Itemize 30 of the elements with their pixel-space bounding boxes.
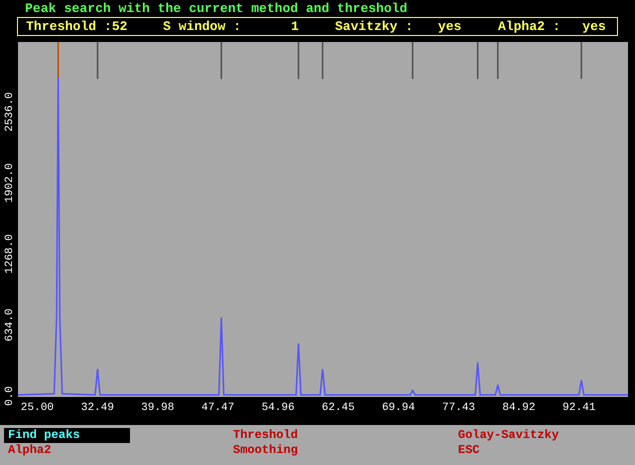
x-tick-label: 69.94: [382, 402, 415, 414]
menu-item[interactable]: ESC: [454, 443, 484, 458]
x-tick-label: 39.98: [141, 402, 174, 414]
y-tick-label: 1268.0: [4, 234, 16, 274]
y-tick-label: 0.0: [4, 386, 16, 406]
menu-item[interactable]: Golay-Savitzky: [454, 428, 563, 443]
menu-item[interactable]: Find peaks: [4, 428, 130, 443]
x-tick-label: 25.00: [20, 402, 54, 414]
x-tick-label: 84.92: [502, 402, 536, 414]
menu-item[interactable]: Threshold: [229, 428, 302, 443]
setting-value: yes: [582, 18, 606, 34]
setting-label: Alpha2 :: [498, 18, 560, 34]
x-tick-label: 32.49: [80, 402, 114, 414]
x-tick-label: 77.43: [442, 402, 476, 414]
setting-value: yes: [438, 18, 462, 34]
setting-value: 52: [112, 18, 128, 34]
setting-label: Savitzky :: [335, 18, 414, 34]
y-tick-label: 2536.0: [4, 92, 16, 132]
setting-value: 1: [291, 18, 299, 34]
y-tick-label: 1902.0: [4, 163, 16, 203]
x-tick-label: 62.45: [322, 402, 355, 414]
setting-label: S window :: [163, 18, 242, 34]
x-tick-label: 47.47: [201, 402, 234, 414]
x-tick-label: 92.41: [562, 402, 596, 414]
screen-title: Peak search with the current method and threshold: [25, 1, 408, 17]
menu-item[interactable]: Alpha2: [4, 443, 56, 458]
y-tick-label: 634.0: [4, 308, 16, 342]
setting-label: Threshold :: [26, 18, 112, 34]
x-tick-label: 54.96: [262, 402, 295, 414]
menu-item[interactable]: Smoothing: [229, 443, 302, 458]
